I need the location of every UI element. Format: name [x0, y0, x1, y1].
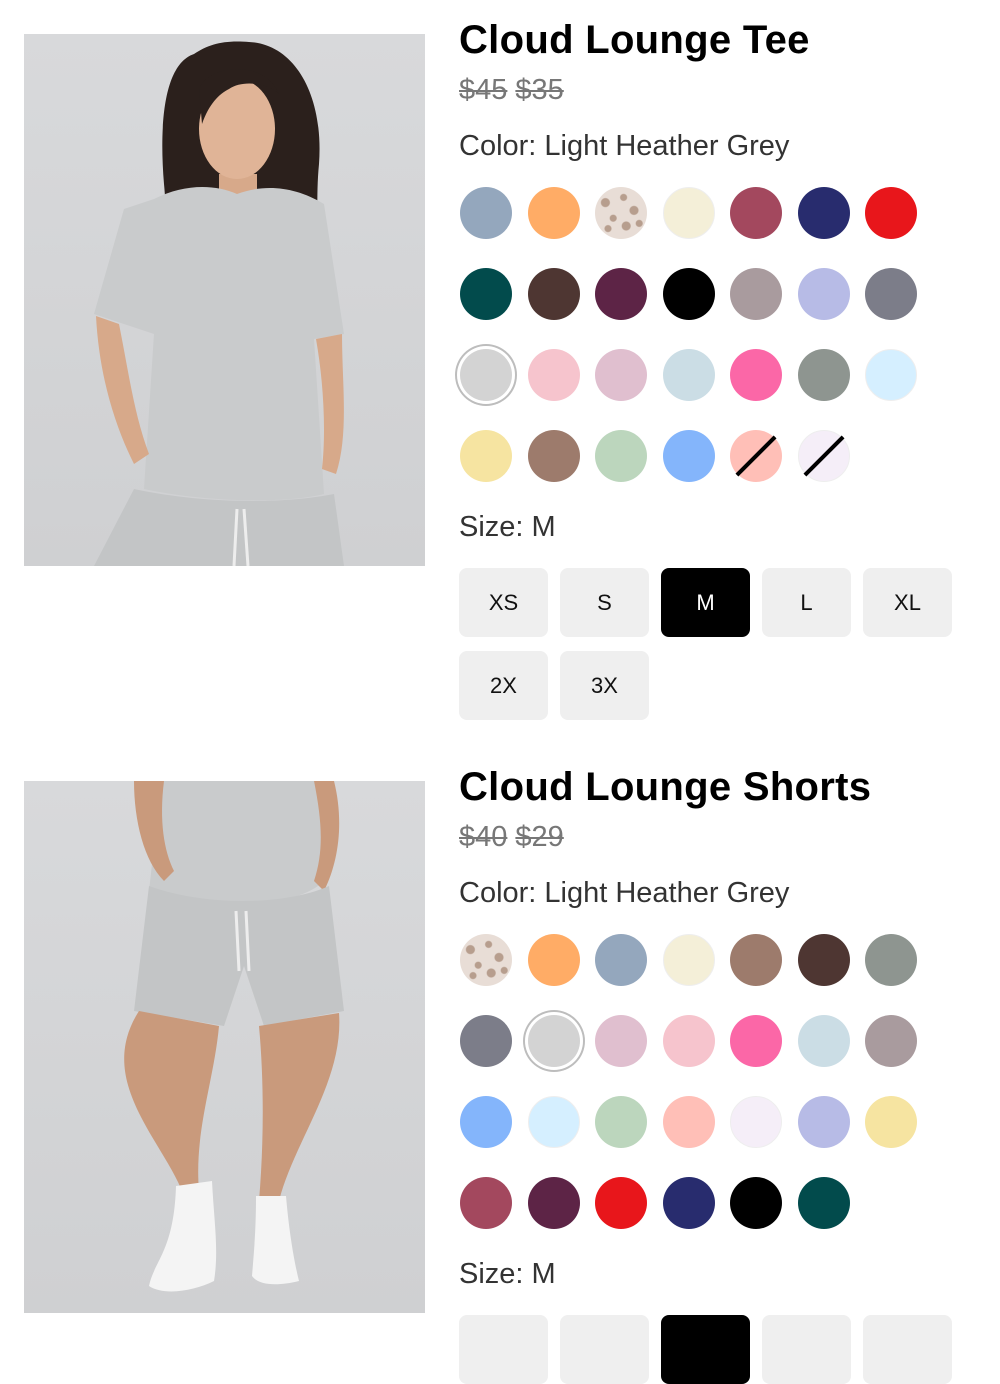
color-swatch[interactable] — [797, 1177, 850, 1229]
sale-price: $29 — [515, 821, 564, 853]
color-swatch[interactable] — [595, 187, 647, 239]
color-swatch[interactable] — [460, 1177, 512, 1229]
color-swatch[interactable] — [662, 1096, 715, 1148]
color-swatch[interactable] — [595, 430, 647, 482]
color-swatch[interactable] — [460, 268, 512, 320]
color-swatch[interactable] — [865, 187, 917, 239]
size-option-button[interactable] — [560, 1315, 649, 1384]
size-option-button[interactable]: S — [560, 568, 649, 637]
color-swatch[interactable] — [527, 349, 580, 401]
color-swatch[interactable] — [460, 349, 512, 401]
color-swatch[interactable] — [595, 1015, 647, 1067]
color-swatch[interactable] — [527, 430, 580, 482]
color-swatch[interactable] — [797, 934, 850, 986]
color-swatch[interactable] — [527, 1096, 580, 1148]
color-swatch[interactable] — [797, 268, 850, 320]
color-swatch[interactable] — [527, 268, 580, 320]
size-options: XS S M L XL 2X 3X — [459, 568, 979, 720]
color-swatch[interactable] — [797, 1096, 850, 1148]
size-option-button[interactable] — [661, 1315, 750, 1384]
model-photo — [94, 41, 344, 566]
color-swatch[interactable] — [460, 430, 512, 482]
color-swatch[interactable] — [865, 268, 917, 320]
model-photo — [124, 781, 344, 1292]
product-image[interactable] — [24, 34, 425, 566]
size-label: Size: M — [459, 511, 556, 543]
color-swatch-grid — [460, 934, 979, 1229]
color-swatch[interactable] — [527, 1177, 580, 1229]
product-price: $40 $29 — [459, 821, 979, 855]
color-swatch[interactable] — [730, 934, 782, 986]
color-label: Color: Light Heather Grey — [459, 877, 790, 909]
color-swatch[interactable] — [527, 187, 580, 239]
color-swatch[interactable] — [797, 349, 850, 401]
product-title: Cloud Lounge Tee — [459, 18, 810, 62]
size-option-button[interactable] — [762, 1315, 851, 1384]
product-price: $45 $35 — [459, 74, 979, 108]
color-swatch[interactable] — [460, 1096, 512, 1148]
size-options — [459, 1315, 979, 1384]
color-swatch[interactable] — [865, 934, 917, 986]
color-swatch[interactable] — [797, 1015, 850, 1067]
size-option-button[interactable]: L — [762, 568, 851, 637]
color-swatch[interactable] — [662, 1177, 715, 1229]
size-option-button[interactable]: M — [661, 568, 750, 637]
color-swatch[interactable] — [730, 430, 782, 482]
color-swatch[interactable] — [595, 268, 647, 320]
color-swatch-grid — [460, 187, 979, 482]
size-option-button[interactable] — [863, 1315, 952, 1384]
color-swatch[interactable] — [865, 1015, 917, 1067]
color-swatch[interactable] — [527, 1015, 580, 1067]
color-swatch[interactable] — [730, 187, 782, 239]
color-swatch[interactable] — [865, 1096, 917, 1148]
color-swatch[interactable] — [797, 430, 850, 482]
color-swatch[interactable] — [595, 934, 647, 986]
color-swatch[interactable] — [662, 268, 715, 320]
color-swatch[interactable] — [662, 1015, 715, 1067]
color-swatch[interactable] — [730, 1177, 782, 1229]
color-swatch[interactable] — [460, 1015, 512, 1067]
size-option-button[interactable]: XL — [863, 568, 952, 637]
color-swatch[interactable] — [595, 1096, 647, 1148]
color-swatch[interactable] — [662, 430, 715, 482]
product-image[interactable] — [24, 781, 425, 1313]
color-swatch[interactable] — [730, 1015, 782, 1067]
original-price: $45 — [459, 74, 508, 106]
color-swatch[interactable] — [595, 349, 647, 401]
color-swatch[interactable] — [865, 349, 917, 401]
color-swatch[interactable] — [730, 1096, 782, 1148]
color-swatch[interactable] — [730, 268, 782, 320]
color-swatch[interactable] — [662, 349, 715, 401]
size-option-button[interactable]: 3X — [560, 651, 649, 720]
color-swatch[interactable] — [730, 349, 782, 401]
sale-price: $35 — [515, 74, 564, 106]
color-swatch[interactable] — [797, 187, 850, 239]
color-swatch[interactable] — [460, 934, 512, 986]
size-option-button[interactable] — [459, 1315, 548, 1384]
size-option-button[interactable]: XS — [459, 568, 548, 637]
original-price: $40 — [459, 821, 508, 853]
color-label: Color: Light Heather Grey — [459, 130, 790, 162]
product-title: Cloud Lounge Shorts — [459, 765, 872, 809]
color-swatch[interactable] — [662, 187, 715, 239]
color-swatch[interactable] — [460, 187, 512, 239]
color-swatch[interactable] — [662, 934, 715, 986]
color-swatch[interactable] — [595, 1177, 647, 1229]
size-label: Size: M — [459, 1258, 556, 1290]
color-swatch[interactable] — [527, 934, 580, 986]
size-option-button[interactable]: 2X — [459, 651, 548, 720]
